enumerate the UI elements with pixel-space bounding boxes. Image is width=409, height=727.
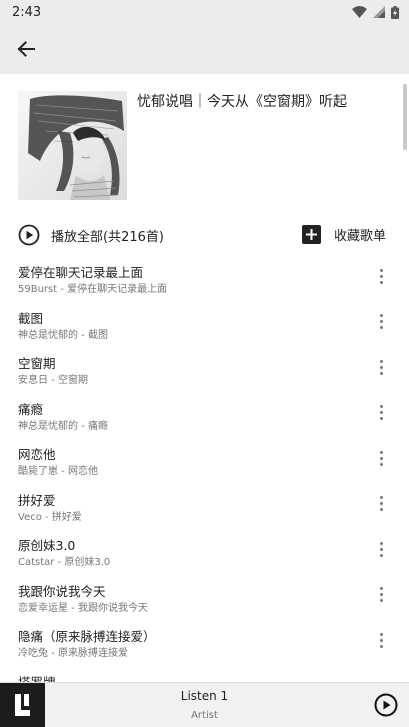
song-subtitle: Veco - 拼好爱 <box>18 511 82 523</box>
song-subtitle: 神总是忧郁的 - 截图 <box>18 329 108 341</box>
song-title: 截图 <box>18 310 44 326</box>
song-item[interactable]: 原创妹3.0 Catstar - 原创妹3.0 <box>0 529 409 575</box>
song-subtitle: 神总是忧郁的 - 痛瘾 <box>18 420 108 432</box>
song-subtitle: 恋爱幸运星 - 我跟你说我今天 <box>18 602 148 614</box>
song-item[interactable]: 空窗期 安息日 - 空窗期 <box>0 347 409 393</box>
play-all-button[interactable]: 播放全部(共216首) <box>18 224 164 246</box>
action-row: 播放全部(共216首) 收藏歌单 <box>0 222 409 250</box>
more-vert-icon[interactable] <box>371 310 391 334</box>
song-title: 隐痛（原来脉搏连接爱） <box>18 629 156 644</box>
song-item[interactable]: 拼好爱 Veco - 拼好爱 <box>0 484 409 530</box>
cover-image <box>18 91 127 200</box>
arrow-left-icon <box>17 41 35 57</box>
more-vert-icon[interactable] <box>371 583 391 607</box>
song-item[interactable]: 截图 神总是忧郁的 - 截图 <box>0 302 409 348</box>
collect-playlist-label: 收藏歌单 <box>334 229 387 244</box>
wifi-icon <box>352 6 367 18</box>
more-vert-icon[interactable] <box>371 446 391 470</box>
more-vert-icon[interactable] <box>371 401 391 425</box>
more-vert-icon[interactable] <box>371 537 391 561</box>
song-subtitle: 冷吃兔 - 原来脉搏连接爱 <box>18 648 128 659</box>
song-title: 我跟你说我今天 <box>18 583 106 599</box>
more-vert-icon[interactable] <box>371 628 391 652</box>
song-item[interactable]: 痛瘾 神总是忧郁的 - 痛瘾 <box>0 393 409 439</box>
playlist-cover[interactable] <box>18 91 127 200</box>
playlist-title: 忧郁说唱｜今天从《空窗期》听起 <box>137 94 347 110</box>
song-subtitle: 酷毙了崽 - 网恋他 <box>18 466 98 477</box>
song-title: 痛瘾 <box>18 401 44 417</box>
back-button[interactable] <box>14 37 38 61</box>
song-item[interactable]: 网恋他 酷毙了崽 - 网恋他 <box>0 438 409 484</box>
more-vert-icon[interactable] <box>371 492 391 516</box>
song-list: 爱停在聊天记录最上面 59Burst - 爱停在聊天记录最上面 截图 神总是忧郁… <box>0 256 409 711</box>
add-box-icon <box>302 225 321 244</box>
play-circle-icon <box>18 224 40 246</box>
cell-signal-icon <box>373 6 385 18</box>
status-bar: 2:43 <box>0 0 409 24</box>
song-title: 拼好爱 <box>18 492 56 508</box>
play-all-label: 播放全部(共216首) <box>51 229 164 245</box>
scrollbar[interactable] <box>403 84 407 150</box>
song-subtitle: Catstar - 原创妹3.0 <box>18 557 111 568</box>
song-title: 网恋他 <box>18 447 56 462</box>
more-vert-icon[interactable] <box>371 355 391 379</box>
play-circle-icon <box>374 693 398 717</box>
song-item[interactable]: 爱停在聊天记录最上面 59Burst - 爱停在聊天记录最上面 <box>0 256 409 302</box>
now-playing-artist: Artist <box>191 710 218 721</box>
song-title: 爱停在聊天记录最上面 <box>18 265 144 280</box>
battery-icon <box>391 5 399 19</box>
collect-playlist-button[interactable]: 收藏歌单 <box>302 225 386 244</box>
app-bar <box>0 24 409 74</box>
status-time: 2:43 <box>12 4 42 20</box>
now-playing-title: Listen 1 <box>180 689 229 703</box>
song-item[interactable]: 我跟你说我今天 恋爱幸运星 - 我跟你说我今天 <box>0 575 409 621</box>
status-icons <box>352 5 399 19</box>
song-subtitle: 安息日 - 空窗期 <box>18 375 88 386</box>
song-item[interactable]: 隐痛（原来脉搏连接爱） 冷吃兔 - 原来脉搏连接爱 <box>0 620 409 666</box>
song-subtitle: 59Burst - 爱停在聊天记录最上面 <box>18 284 168 295</box>
mini-player[interactable]: Listen 1 Artist <box>0 682 409 727</box>
song-title: 原创妹3.0 <box>18 538 76 553</box>
playlist-header: 忧郁说唱｜今天从《空窗期》听起 <box>0 74 409 214</box>
more-vert-icon[interactable] <box>371 264 391 288</box>
song-title: 空窗期 <box>18 356 56 371</box>
mini-play-button[interactable] <box>374 693 398 717</box>
